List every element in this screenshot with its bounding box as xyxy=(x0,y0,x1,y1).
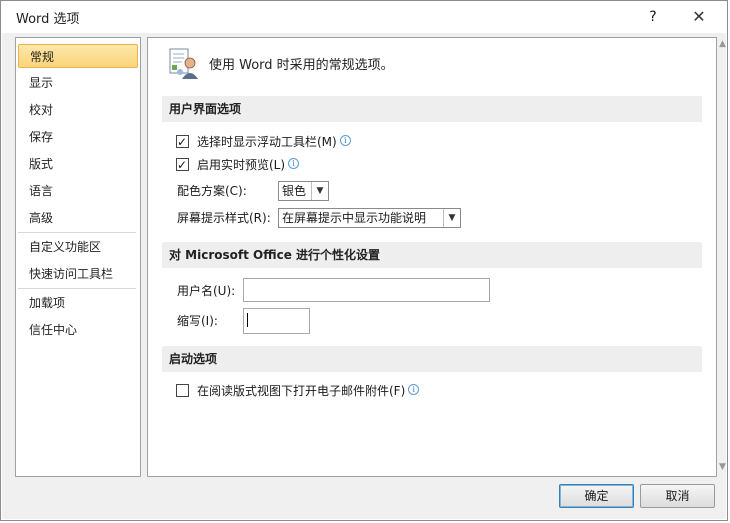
username-label: 用户名(U): xyxy=(177,284,236,298)
username-input[interactable] xyxy=(243,278,490,302)
float-toolbar-label: 选择时显示浮动工具栏(M) xyxy=(197,135,337,149)
nav-separator xyxy=(18,288,136,289)
scroll-up-icon[interactable]: ▲ xyxy=(719,39,729,51)
word-options-dialog: Word 选项 ? ✕ 常规 显示 校对 保存 版式 语言 高级 自定义功能区 … xyxy=(0,0,728,521)
nav-item-language[interactable]: 语言 xyxy=(18,179,138,203)
general-options-icon xyxy=(169,48,198,79)
chevron-down-icon: ▼ xyxy=(443,209,460,227)
screentip-style-select[interactable]: 在屏幕提示中显示功能说明 ▼ xyxy=(278,208,461,228)
nav-item-add-ins[interactable]: 加载项 xyxy=(18,291,138,315)
ok-button[interactable]: 确定 xyxy=(559,484,634,508)
initials-input[interactable] xyxy=(243,308,310,334)
help-button[interactable]: ? xyxy=(641,6,665,28)
nav-item-advanced[interactable]: 高级 xyxy=(18,206,138,230)
nav-item-display[interactable]: 显示 xyxy=(18,71,138,95)
cancel-button[interactable]: 取消 xyxy=(640,484,715,508)
color-scheme-label: 配色方案(C): xyxy=(177,184,247,198)
options-category-list: 常规 显示 校对 保存 版式 语言 高级 自定义功能区 快速访问工具栏 加载项 … xyxy=(15,37,141,477)
screentip-style-value: 在屏幕提示中显示功能说明 xyxy=(282,211,427,225)
info-icon[interactable]: i xyxy=(408,384,420,395)
live-preview-label: 启用实时预览(L) xyxy=(197,158,286,172)
section-header-startup: 启动选项 xyxy=(162,346,702,372)
open-attachments-option[interactable]: 在阅读版式视图下打开电子邮件附件(F) i xyxy=(176,381,420,401)
scroll-down-icon[interactable]: ▼ xyxy=(719,462,729,474)
float-toolbar-option[interactable]: 选择时显示浮动工具栏(M)i xyxy=(176,132,351,152)
nav-item-layout[interactable]: 版式 xyxy=(18,152,138,176)
color-scheme-select[interactable]: 银色 ▼ xyxy=(278,181,329,201)
nav-item-quick-access-toolbar[interactable]: 快速访问工具栏 xyxy=(18,262,138,286)
nav-item-save[interactable]: 保存 xyxy=(18,125,138,149)
info-icon[interactable]: i xyxy=(288,158,300,169)
initials-label: 缩写(I): xyxy=(177,314,218,328)
panel-heading: 使用 Word 时采用的常规选项。 xyxy=(209,58,394,73)
title-bar: Word 选项 ? ✕ xyxy=(1,1,727,33)
open-attachments-checkbox[interactable] xyxy=(176,384,189,397)
nav-separator xyxy=(18,232,136,233)
live-preview-checkbox[interactable] xyxy=(176,155,189,175)
float-toolbar-checkbox[interactable] xyxy=(176,132,189,152)
info-icon[interactable]: i xyxy=(339,135,351,146)
color-scheme-value: 银色 xyxy=(282,184,307,198)
open-attachments-label: 在阅读版式视图下打开电子邮件附件(F) xyxy=(197,384,406,398)
nav-item-trust-center[interactable]: 信任中心 xyxy=(18,318,138,342)
dialog-body: 常规 显示 校对 保存 版式 语言 高级 自定义功能区 快速访问工具栏 加载项 … xyxy=(2,33,726,519)
general-options-panel: ▲ ▼ 使用 Word 时采用的常规选项。 用户界面选项 选择时显示浮动工具栏(… xyxy=(147,37,726,477)
nav-item-proofing[interactable]: 校对 xyxy=(18,98,138,122)
section-header-ui-options: 用户界面选项 xyxy=(162,96,702,122)
live-preview-option[interactable]: 启用实时预览(L)i xyxy=(176,155,300,175)
screentip-style-label: 屏幕提示样式(R): xyxy=(177,211,271,225)
dialog-title: Word 选项 xyxy=(16,12,80,27)
nav-item-customize-ribbon[interactable]: 自定义功能区 xyxy=(18,235,138,259)
section-header-personalize: 对 Microsoft Office 进行个性化设置 xyxy=(162,242,702,268)
chevron-down-icon: ▼ xyxy=(311,182,328,200)
text-cursor xyxy=(247,313,248,327)
close-button[interactable]: ✕ xyxy=(681,5,717,29)
nav-item-general[interactable]: 常规 xyxy=(18,44,138,68)
